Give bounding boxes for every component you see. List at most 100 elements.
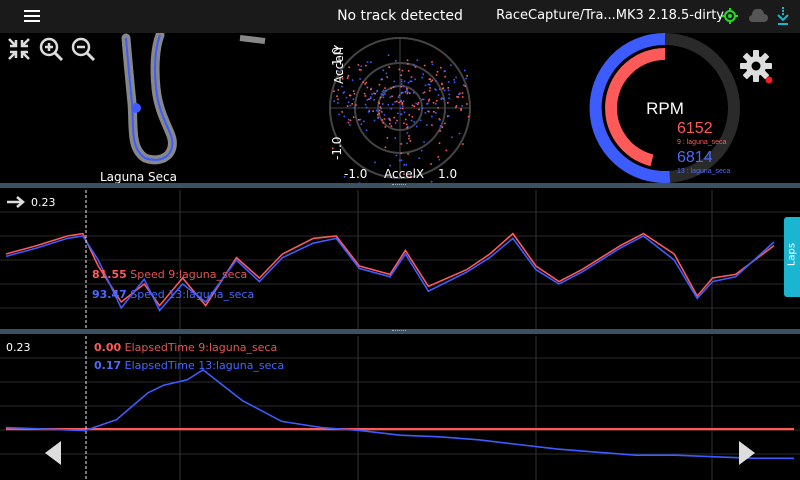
gg-point bbox=[382, 94, 385, 96]
gg-point bbox=[456, 96, 458, 98]
gg-point bbox=[400, 85, 402, 88]
gg-point bbox=[352, 116, 355, 118]
gg-point bbox=[447, 89, 450, 92]
series-line-2 bbox=[5, 368, 794, 460]
gg-point bbox=[403, 164, 405, 166]
gg-point bbox=[423, 141, 425, 143]
gg-point bbox=[393, 80, 396, 83]
gg-point bbox=[367, 111, 370, 113]
download-icon[interactable] bbox=[776, 6, 790, 26]
gg-point bbox=[351, 103, 353, 105]
gg-point bbox=[401, 101, 404, 104]
gg-point bbox=[461, 96, 464, 98]
zoom-out-icon[interactable] bbox=[70, 36, 96, 62]
gg-point bbox=[349, 124, 351, 126]
compress-icon[interactable] bbox=[6, 36, 32, 62]
gg-point bbox=[403, 122, 405, 125]
gg-point bbox=[391, 95, 393, 98]
gg-point bbox=[401, 69, 404, 72]
gg-point bbox=[336, 95, 338, 97]
gg-point bbox=[385, 89, 387, 92]
gg-point bbox=[428, 100, 430, 102]
gg-point bbox=[406, 59, 409, 62]
gg-y-bottom: -1.0 bbox=[330, 136, 344, 160]
gg-point bbox=[346, 105, 349, 107]
gg-point bbox=[434, 88, 436, 90]
gear-icon[interactable] bbox=[740, 50, 774, 84]
gg-point bbox=[416, 59, 419, 61]
gg-point bbox=[337, 98, 339, 101]
gg-point bbox=[390, 125, 393, 127]
gg-point bbox=[385, 72, 388, 75]
gg-point bbox=[409, 92, 411, 94]
gg-point bbox=[378, 109, 381, 112]
arrow-right-icon[interactable] bbox=[6, 196, 28, 208]
gg-point bbox=[413, 105, 415, 108]
gg-point bbox=[382, 69, 385, 72]
next-arrow-icon[interactable] bbox=[738, 440, 756, 466]
gg-point bbox=[374, 161, 376, 164]
elapsed-time-chart[interactable] bbox=[0, 336, 800, 480]
gg-point bbox=[352, 98, 355, 100]
gg-point bbox=[405, 118, 407, 121]
previous-arrow-icon[interactable] bbox=[44, 440, 62, 466]
gg-point bbox=[401, 107, 404, 110]
gps-icon[interactable] bbox=[722, 8, 738, 24]
gg-point bbox=[398, 101, 400, 104]
rpm-lap1-label: 9 : laguna_seca bbox=[677, 139, 727, 146]
gg-point bbox=[400, 80, 403, 83]
gg-point bbox=[383, 114, 386, 116]
zoom-in-icon[interactable] bbox=[38, 36, 64, 62]
gg-point bbox=[460, 108, 462, 110]
readout-value: 93.47 bbox=[92, 288, 127, 301]
gg-point bbox=[424, 112, 427, 114]
readout-value: 81.55 bbox=[92, 268, 127, 281]
gg-point bbox=[431, 63, 434, 66]
gg-point bbox=[447, 87, 449, 89]
gg-point bbox=[333, 100, 335, 102]
gg-point bbox=[400, 99, 402, 102]
gg-point bbox=[437, 107, 439, 109]
gg-point bbox=[409, 80, 411, 83]
gg-point bbox=[435, 80, 437, 82]
laps-tab[interactable]: Laps bbox=[784, 217, 800, 297]
track-map[interactable] bbox=[110, 33, 280, 173]
gg-point bbox=[345, 96, 348, 99]
chart1-readout-1: 81.55 Speed 9:laguna_seca bbox=[92, 268, 247, 281]
gg-point bbox=[365, 129, 368, 132]
gg-point bbox=[423, 64, 426, 67]
gg-point bbox=[348, 66, 350, 69]
device-info: RaceCapture/Tra...MK3 2.18.5-dirty bbox=[496, 8, 724, 23]
gg-point bbox=[366, 61, 369, 63]
gg-point bbox=[399, 107, 402, 109]
rpm-lap1-value: 6152 bbox=[677, 120, 713, 137]
gg-point bbox=[366, 86, 369, 89]
gg-point bbox=[375, 109, 378, 112]
gg-point bbox=[366, 99, 369, 101]
gg-point bbox=[438, 88, 441, 91]
divider-grip[interactable] bbox=[392, 330, 406, 334]
gg-point bbox=[396, 119, 398, 122]
cloud-icon[interactable] bbox=[748, 9, 768, 23]
alert-dot bbox=[765, 76, 773, 84]
gg-point bbox=[453, 81, 456, 84]
gg-point bbox=[388, 66, 390, 68]
gg-point bbox=[424, 84, 427, 87]
gg-point bbox=[386, 137, 389, 139]
gg-point bbox=[338, 113, 340, 116]
gg-point bbox=[400, 152, 402, 155]
gg-point bbox=[384, 87, 386, 89]
gg-point bbox=[411, 104, 414, 107]
gg-point bbox=[420, 149, 423, 152]
gg-point bbox=[407, 63, 409, 65]
gg-point bbox=[378, 112, 381, 115]
divider-grip[interactable] bbox=[392, 184, 406, 188]
gg-point bbox=[386, 76, 388, 78]
gg-point bbox=[397, 96, 400, 98]
gg-point bbox=[466, 103, 468, 105]
gg-point bbox=[384, 146, 387, 149]
speed-chart[interactable] bbox=[0, 190, 800, 330]
gg-point bbox=[382, 103, 384, 105]
gg-point bbox=[411, 115, 414, 118]
gg-point bbox=[461, 92, 464, 94]
